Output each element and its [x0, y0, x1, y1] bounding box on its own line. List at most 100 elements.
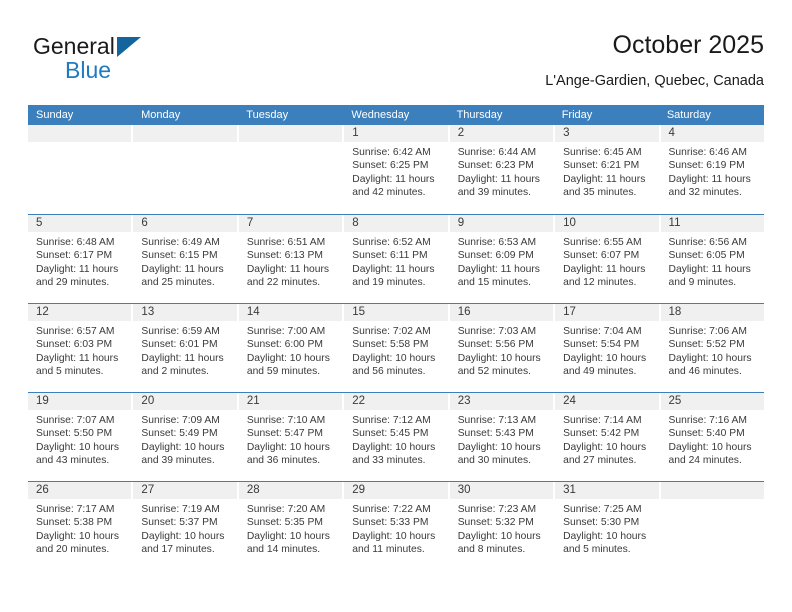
sunset-text: Sunset: 5:54 PM: [563, 339, 640, 351]
sunrise-text: Sunrise: 6:57 AM: [36, 326, 115, 337]
day-number: 30: [449, 482, 554, 499]
sunset-text: Sunset: 5:50 PM: [36, 428, 113, 440]
sun-info: Sunrise: 7:17 AM Sunset: 5:38 PM Daylight:…: [28, 499, 131, 557]
calendar-day-cell[interactable]: 18 Sunrise: 7:06 AM Sunset: 5:52 PM Dayligh…: [660, 304, 764, 392]
sunset-text: Sunset: 6:07 PM: [563, 250, 640, 262]
sunrise-text: Sunrise: 7:23 AM: [457, 504, 537, 515]
calendar-day-cell[interactable]: 17 Sunrise: 7:04 AM Sunset: 5:54 PM Dayligh…: [555, 304, 661, 392]
calendar-day-cell[interactable]: 30 Sunrise: 7:23 AM Sunset: 5:32 PM Dayligh…: [449, 482, 556, 570]
daylight-text-line1: Daylight: 10 hours: [246, 530, 330, 542]
calendar-day-cell[interactable]: 10 Sunrise: 6:55 AM Sunset: 6:07 PM Dayligh…: [555, 215, 661, 303]
calendar-day-cell[interactable]: 13 Sunrise: 6:59 AM Sunset: 6:01 PM Dayligh…: [133, 304, 239, 392]
daylight-text-line1: Daylight: 11 hours: [563, 173, 646, 185]
sunrise-text: Sunrise: 7:22 AM: [352, 504, 431, 515]
calendar-week-row: 19 Sunrise: 7:07 AM Sunset: 5:50 PM Dayligh…: [28, 392, 764, 481]
sun-info: Sunrise: 6:42 AM Sunset: 6:25 PM Daylight:…: [344, 142, 447, 200]
daylight-text-line2: and 32 minutes.: [668, 187, 742, 199]
sun-info: Sunrise: 6:46 AM Sunset: 6:19 PM Daylight:…: [661, 142, 764, 200]
daylight-text-line1: Daylight: 10 hours: [141, 441, 225, 453]
sunset-text: Sunset: 6:25 PM: [352, 160, 429, 172]
calendar-day-cell[interactable]: 21 Sunrise: 7:10 AM Sunset: 5:47 PM Dayligh…: [238, 393, 345, 481]
day-number: 26: [28, 482, 132, 499]
logo-text-blue: Blue: [65, 57, 112, 83]
sunrise-text: Sunrise: 6:45 AM: [563, 147, 642, 158]
day-number: 10: [555, 215, 659, 232]
calendar-day-cell[interactable]: 19 Sunrise: 7:07 AM Sunset: 5:50 PM Dayligh…: [28, 393, 134, 481]
daylight-text-line1: Daylight: 10 hours: [36, 441, 119, 453]
calendar-day-cell[interactable]: 5 Sunrise: 6:48 AM Sunset: 6:17 PM Daylight…: [28, 215, 134, 303]
sunset-text: Sunset: 6:15 PM: [141, 250, 218, 262]
calendar-cell-empty: [133, 125, 239, 214]
sun-info: Sunrise: 7:06 AM Sunset: 5:52 PM Daylight:…: [661, 321, 764, 379]
calendar-day-cell[interactable]: 29 Sunrise: 7:22 AM Sunset: 5:33 PM Dayligh…: [344, 482, 450, 570]
calendar-day-cell[interactable]: 7 Sunrise: 6:51 AM Sunset: 6:13 PM Daylight…: [238, 215, 345, 303]
sunrise-text: Sunrise: 6:49 AM: [141, 237, 220, 248]
daylight-text-line1: Daylight: 11 hours: [457, 263, 540, 275]
calendar-day-cell[interactable]: 20 Sunrise: 7:09 AM Sunset: 5:49 PM Dayligh…: [133, 393, 239, 481]
calendar-day-cell[interactable]: 25 Sunrise: 7:16 AM Sunset: 5:40 PM Dayligh…: [660, 393, 764, 481]
calendar-day-cell[interactable]: 12 Sunrise: 6:57 AM Sunset: 6:03 PM Dayligh…: [28, 304, 134, 392]
daylight-text-line2: and 59 minutes.: [246, 366, 321, 378]
calendar-day-cell[interactable]: 31 Sunrise: 7:25 AM Sunset: 5:30 PM Dayligh…: [555, 482, 661, 570]
calendar-day-cell[interactable]: 14 Sunrise: 7:00 AM Sunset: 6:00 PM Dayligh…: [238, 304, 345, 392]
generalblue-logo: General Blue: [33, 33, 233, 89]
calendar-day-cell[interactable]: 15 Sunrise: 7:02 AM Sunset: 5:58 PM Dayligh…: [344, 304, 450, 392]
daylight-text-line1: Daylight: 10 hours: [668, 441, 752, 453]
sun-info: Sunrise: 6:51 AM Sunset: 6:13 PM Daylight:…: [239, 232, 342, 290]
sunset-text: Sunset: 5:45 PM: [352, 428, 429, 440]
calendar-day-cell[interactable]: 8 Sunrise: 6:52 AM Sunset: 6:11 PM Daylight…: [344, 215, 450, 303]
day-number: 2: [449, 125, 554, 142]
calendar-weeks: 1 Sunrise: 6:42 AM Sunset: 6:25 PM Daylight…: [28, 125, 764, 570]
sunset-text: Sunset: 6:17 PM: [36, 250, 113, 262]
sunset-text: Sunset: 5:47 PM: [246, 428, 323, 440]
day-number: 3: [555, 125, 659, 142]
calendar-day-cell[interactable]: 24 Sunrise: 7:14 AM Sunset: 5:42 PM Dayligh…: [555, 393, 661, 481]
sunrise-text: Sunrise: 7:13 AM: [457, 415, 537, 426]
calendar-day-cell[interactable]: 23 Sunrise: 7:13 AM Sunset: 5:43 PM Dayligh…: [449, 393, 556, 481]
sunset-text: Sunset: 6:19 PM: [668, 160, 745, 172]
day-number: 25: [660, 393, 764, 410]
daylight-text-line2: and 19 minutes.: [352, 277, 426, 289]
daylight-text-line2: and 12 minutes.: [563, 277, 637, 289]
daylight-text-line2: and 25 minutes.: [141, 277, 215, 289]
calendar-day-cell[interactable]: 3 Sunrise: 6:45 AM Sunset: 6:21 PM Daylight…: [555, 125, 661, 214]
calendar-week-row: 26 Sunrise: 7:17 AM Sunset: 5:38 PM Dayligh…: [28, 481, 764, 570]
daylight-text-line2: and 5 minutes.: [36, 366, 104, 378]
day-number: 14: [238, 304, 343, 321]
calendar-day-cell[interactable]: 27 Sunrise: 7:19 AM Sunset: 5:37 PM Dayligh…: [133, 482, 239, 570]
calendar-day-cell[interactable]: 6 Sunrise: 6:49 AM Sunset: 6:15 PM Daylight…: [133, 215, 239, 303]
daylight-text-line1: Daylight: 10 hours: [457, 352, 541, 364]
daylight-text-line1: Daylight: 11 hours: [563, 263, 646, 275]
sunrise-text: Sunrise: 7:14 AM: [563, 415, 642, 426]
calendar-day-cell[interactable]: 1 Sunrise: 6:42 AM Sunset: 6:25 PM Daylight…: [344, 125, 450, 214]
day-number: 23: [449, 393, 554, 410]
calendar-day-cell[interactable]: 11 Sunrise: 6:56 AM Sunset: 6:05 PM Dayligh…: [660, 215, 764, 303]
daylight-text-line1: Daylight: 10 hours: [352, 530, 436, 542]
sunrise-text: Sunrise: 7:12 AM: [352, 415, 431, 426]
day-number: 15: [344, 304, 448, 321]
sun-info: Sunrise: 7:13 AM Sunset: 5:43 PM Daylight:…: [450, 410, 553, 468]
calendar-day-cell[interactable]: 9 Sunrise: 6:53 AM Sunset: 6:09 PM Daylight…: [449, 215, 556, 303]
sun-info: Sunrise: 7:03 AM Sunset: 5:56 PM Daylight:…: [450, 321, 553, 379]
daylight-text-line1: Daylight: 10 hours: [352, 352, 436, 364]
daylight-text-line1: Daylight: 11 hours: [352, 173, 435, 185]
daylight-text-line1: Daylight: 11 hours: [668, 173, 751, 185]
calendar-week-row: 12 Sunrise: 6:57 AM Sunset: 6:03 PM Dayligh…: [28, 303, 764, 392]
day-number: 22: [344, 393, 448, 410]
calendar-day-cell[interactable]: 28 Sunrise: 7:20 AM Sunset: 5:35 PM Dayligh…: [238, 482, 345, 570]
calendar-day-cell[interactable]: 2 Sunrise: 6:44 AM Sunset: 6:23 PM Daylight…: [449, 125, 556, 214]
sun-info: Sunrise: 6:48 AM Sunset: 6:17 PM Daylight:…: [28, 232, 131, 290]
sunset-text: Sunset: 5:38 PM: [36, 517, 113, 529]
calendar-day-cell[interactable]: 22 Sunrise: 7:12 AM Sunset: 5:45 PM Dayligh…: [344, 393, 450, 481]
calendar-day-cell[interactable]: 26 Sunrise: 7:17 AM Sunset: 5:38 PM Dayligh…: [28, 482, 134, 570]
calendar-day-cell[interactable]: 16 Sunrise: 7:03 AM Sunset: 5:56 PM Dayligh…: [449, 304, 556, 392]
sunrise-text: Sunrise: 7:19 AM: [141, 504, 220, 515]
day-number: 27: [133, 482, 237, 499]
daylight-text-line2: and 2 minutes.: [141, 366, 209, 378]
day-number: 6: [133, 215, 237, 232]
daylight-text-line2: and 46 minutes.: [668, 366, 742, 378]
sunset-text: Sunset: 6:01 PM: [141, 339, 218, 351]
sunset-text: Sunset: 5:37 PM: [141, 517, 218, 529]
sunrise-text: Sunrise: 7:03 AM: [457, 326, 537, 337]
calendar-day-cell[interactable]: 4 Sunrise: 6:46 AM Sunset: 6:19 PM Daylight…: [660, 125, 764, 214]
